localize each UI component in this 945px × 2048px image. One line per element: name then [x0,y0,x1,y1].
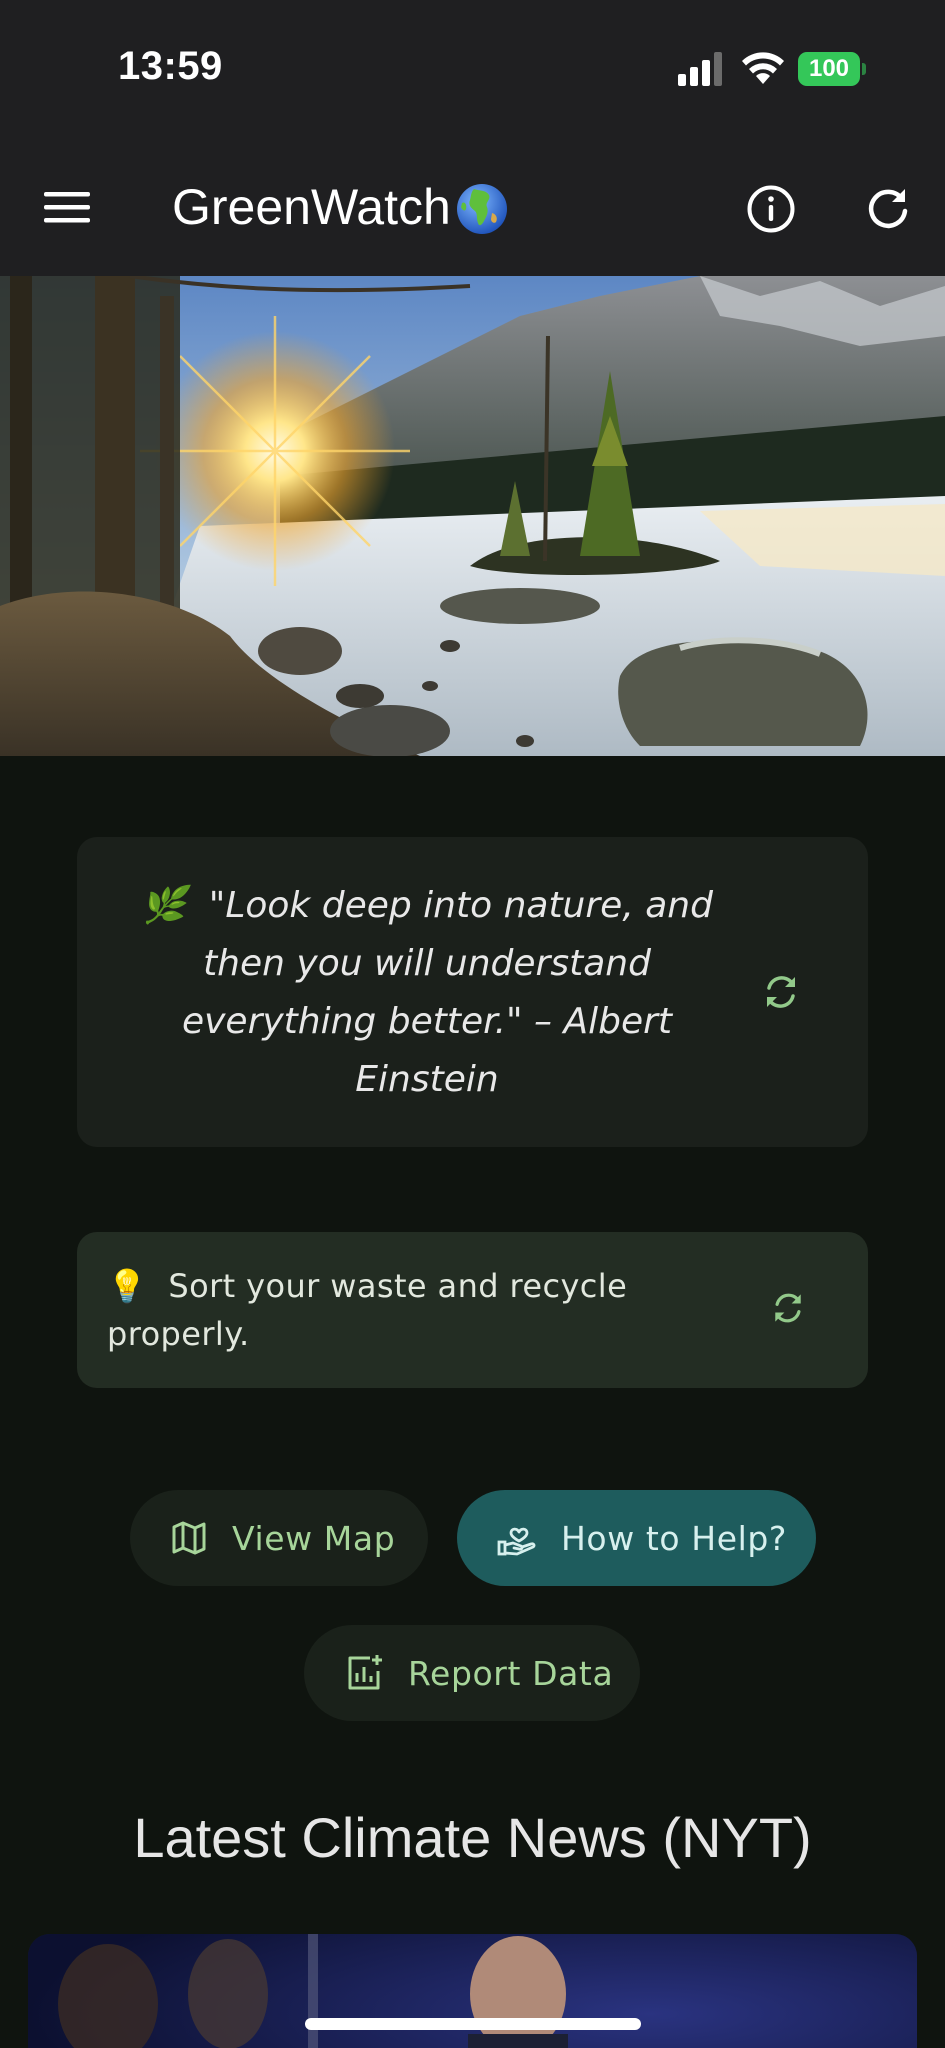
helping-hand-heart-icon [497,1527,536,1556]
news-heading: Latest Climate News (NYT) [133,1806,812,1869]
wifi-icon [742,52,784,84]
view-map-label: View Map [232,1518,396,1558]
battery-level: 100 [798,52,860,86]
view-map-button[interactable]: View Map [130,1490,428,1586]
status-bar: 13:59 100 [0,0,945,140]
app-bar: GreenWatch [0,140,945,276]
tip-text: 💡 Sort your waste and recycle properly. [107,1262,667,1358]
quote-body: "Look deep into nature, and then you wil… [181,885,713,1100]
news-article-image [28,1934,917,2048]
battery-indicator: 100 [798,52,866,86]
report-data-label: Report Data [408,1653,614,1693]
news-article-card[interactable] [28,1934,917,2048]
hero-image [0,276,945,756]
refresh-tip-icon[interactable] [768,1288,808,1328]
quote-card: 🌿 "Look deep into nature, and then you w… [77,837,868,1147]
globe-icon [457,184,507,234]
add-chart-icon [348,1655,382,1690]
tip-body: Sort your waste and recycle properly. [107,1267,628,1353]
cellular-signal-icon [678,52,722,86]
status-time: 13:59 [118,44,223,88]
map-icon [172,1521,206,1555]
quote-text: 🌿 "Look deep into nature, and then you w… [127,877,727,1109]
battery-tip [862,63,866,75]
lightbulb-icon: 💡 [107,1267,148,1305]
refresh-quote-icon[interactable] [759,970,803,1014]
app-title: GreenWatch [172,179,451,235]
how-to-help-button[interactable]: How to Help? [457,1490,816,1586]
leaf-icon: 🌿 [141,885,186,926]
home-indicator[interactable] [305,2018,641,2030]
tip-card: 💡 Sort your waste and recycle properly. [77,1232,868,1388]
mountain-lake-sunrise-image [0,276,945,756]
report-data-button[interactable]: Report Data [304,1625,640,1721]
menu-icon[interactable] [44,190,90,224]
how-to-help-label: How to Help? [561,1518,788,1558]
refresh-icon[interactable] [864,184,912,232]
info-icon[interactable] [746,184,796,234]
